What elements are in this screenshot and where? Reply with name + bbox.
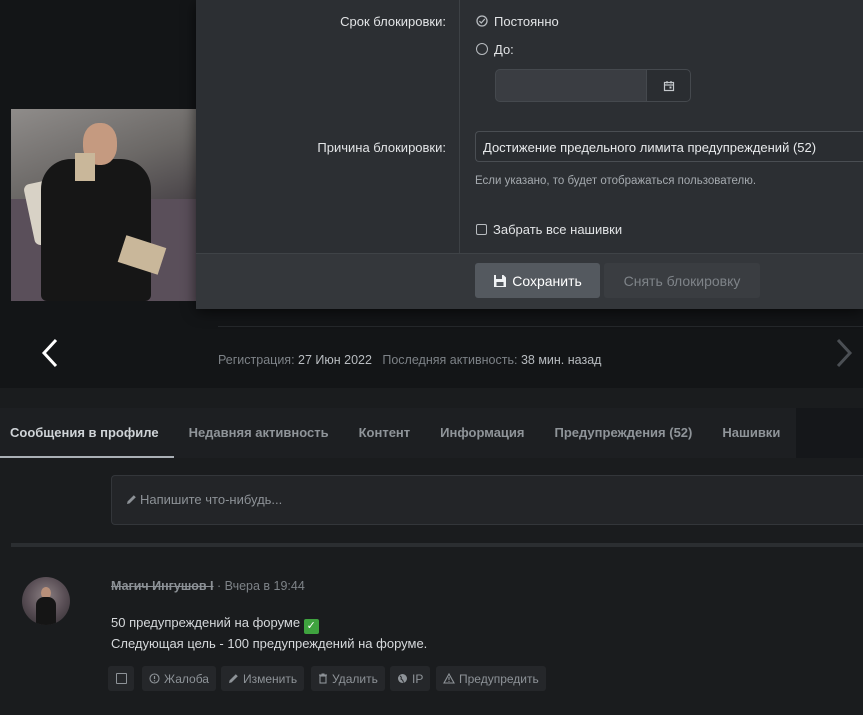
edit-button[interactable]: Изменить	[221, 666, 305, 691]
date-input[interactable]	[495, 69, 647, 102]
post-line-1: 50 предупреждений на форуме	[111, 615, 301, 630]
checkbox-icon	[476, 224, 487, 235]
reason-input[interactable]: Достижение предельного лимита предупрежд…	[475, 131, 863, 162]
profile-post-composer[interactable]: Напишите что-нибудь...	[111, 475, 863, 525]
radio-icon	[476, 43, 488, 55]
tab-info[interactable]: Информация	[425, 408, 539, 458]
profile-cover-photo[interactable]	[11, 109, 197, 301]
unblock-button[interactable]: Снять блокировку	[604, 263, 760, 298]
save-icon	[494, 274, 507, 287]
calendar-button[interactable]	[646, 69, 691, 102]
reason-label: Причина блокировки:	[317, 140, 446, 155]
post-line-2: Следующая цель - 100 предупреждений на ф…	[111, 636, 428, 651]
report-button[interactable]: Жалоба	[142, 666, 216, 691]
option-until[interactable]: До:	[476, 42, 514, 57]
unblock-button-label: Снять блокировку	[623, 272, 741, 289]
warning-triangle-icon	[443, 673, 455, 684]
alert-circle-icon	[149, 673, 160, 684]
next-arrow-icon[interactable]	[830, 338, 860, 368]
profile-tabs: Сообщения в профиле Недавняя активность …	[0, 408, 796, 458]
delete-label: Удалить	[332, 671, 378, 686]
calendar-icon	[663, 80, 674, 91]
tab-badges[interactable]: Нашивки	[707, 408, 795, 458]
post-meta: Магич Ингушов I · Вчера в 19:44	[111, 579, 305, 593]
composer-placeholder: Напишите что-нибудь...	[140, 492, 283, 507]
reason-hint: Если указано, то будет отображаться поль…	[475, 175, 757, 187]
save-button[interactable]: Сохранить	[475, 263, 600, 298]
section-separator	[11, 543, 863, 547]
reg-value: 27 Июн 2022	[298, 353, 372, 367]
tabs-filler	[796, 408, 863, 458]
pencil-icon	[127, 495, 136, 504]
checked-radio-icon	[476, 15, 488, 27]
option-permanent-label: Постоянно	[494, 14, 559, 29]
divider	[218, 326, 863, 327]
ip-label: IP	[412, 671, 424, 686]
delete-button[interactable]: Удалить	[311, 666, 385, 691]
reg-label: Регистрация:	[218, 353, 295, 367]
duration-label: Срок блокировки:	[340, 14, 446, 29]
tab-content[interactable]: Контент	[344, 408, 426, 458]
pencil-icon	[229, 674, 238, 683]
remove-badges-label: Забрать все нашивки	[493, 222, 623, 237]
post-time[interactable]: Вчера в 19:44	[225, 579, 305, 593]
tab-recent-activity[interactable]: Недавняя активность	[174, 408, 344, 458]
tab-warnings[interactable]: Предупреждения (52)	[540, 408, 708, 458]
registration-info: Регистрация: 27 Июн 2022 Последняя актив…	[218, 353, 601, 367]
form-divider	[459, 0, 460, 253]
trash-icon	[319, 673, 327, 684]
prev-arrow-icon[interactable]	[36, 338, 66, 368]
warn-label: Предупредить	[459, 671, 539, 686]
post-author[interactable]: Магич Ингушов I	[111, 579, 214, 593]
avatar[interactable]	[22, 577, 70, 625]
report-label: Жалоба	[164, 671, 209, 686]
checkbox-icon	[115, 673, 127, 684]
warn-button[interactable]: Предупредить	[436, 666, 546, 691]
tab-profile-posts[interactable]: Сообщения в профиле	[0, 408, 174, 458]
select-checkbox[interactable]	[108, 666, 134, 691]
option-until-label: До:	[494, 42, 514, 57]
option-permanent[interactable]: Постоянно	[476, 14, 559, 29]
save-button-label: Сохранить	[512, 272, 582, 289]
globe-icon	[398, 674, 407, 683]
activity-value: 38 мин. назад	[520, 353, 602, 367]
ip-button[interactable]: IP	[390, 666, 431, 691]
edit-label: Изменить	[243, 671, 298, 686]
post-body: 50 предупреждений на форуме ✓ Следующая …	[111, 613, 427, 654]
check-mark-icon: ✓	[303, 619, 319, 634]
remove-badges-checkbox[interactable]: Забрать все нашивки	[476, 222, 622, 237]
activity-label: Последняя активность:	[382, 353, 518, 367]
